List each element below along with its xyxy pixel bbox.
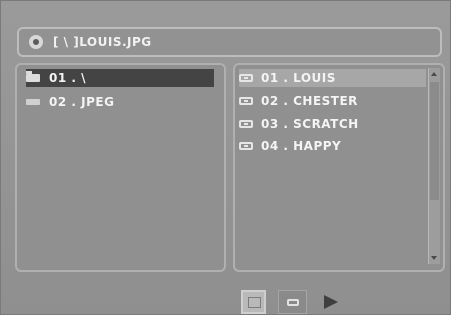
scroll-up-arrow-icon[interactable] (431, 72, 437, 76)
media-browser-screen: [ \ ]LOUIS.JPG 01 . \ 02 . JPEG 01 . LOU… (0, 0, 451, 315)
folder-item-label: 01 . \ (49, 71, 86, 85)
music-file-icon (239, 120, 253, 128)
music-file-icon (239, 97, 253, 105)
folder-item-label: 02 . JPEG (49, 95, 115, 109)
file-item-happy[interactable]: 04 . HAPPY (239, 137, 426, 155)
music-mode-button[interactable] (278, 290, 307, 314)
music-file-icon (239, 142, 253, 150)
folder-item-jpeg[interactable]: 02 . JPEG (26, 93, 214, 111)
file-icon (26, 99, 40, 105)
file-item-chester[interactable]: 02 . CHESTER (239, 92, 426, 110)
scroll-thumb[interactable] (430, 82, 439, 200)
file-item-label: 03 . SCRATCH (261, 117, 359, 131)
music-file-icon (239, 74, 253, 82)
disc-icon (29, 35, 43, 49)
folder-icon (26, 71, 40, 82)
file-item-scratch[interactable]: 03 . SCRATCH (239, 115, 426, 133)
file-item-label: 01 . LOUIS (261, 71, 336, 85)
file-item-label: 02 . CHESTER (261, 94, 358, 108)
folder-item-root[interactable]: 01 . \ (26, 69, 214, 87)
file-list-scrollbar[interactable] (428, 68, 440, 264)
current-path: [ \ ]LOUIS.JPG (53, 35, 152, 49)
file-item-louis[interactable]: 01 . LOUIS (239, 69, 426, 87)
path-bar: [ \ ]LOUIS.JPG (17, 27, 442, 57)
file-item-label: 04 . HAPPY (261, 139, 342, 153)
photo-mode-button[interactable] (241, 290, 266, 314)
scroll-down-arrow-icon[interactable] (431, 256, 437, 260)
play-icon[interactable] (322, 290, 342, 314)
